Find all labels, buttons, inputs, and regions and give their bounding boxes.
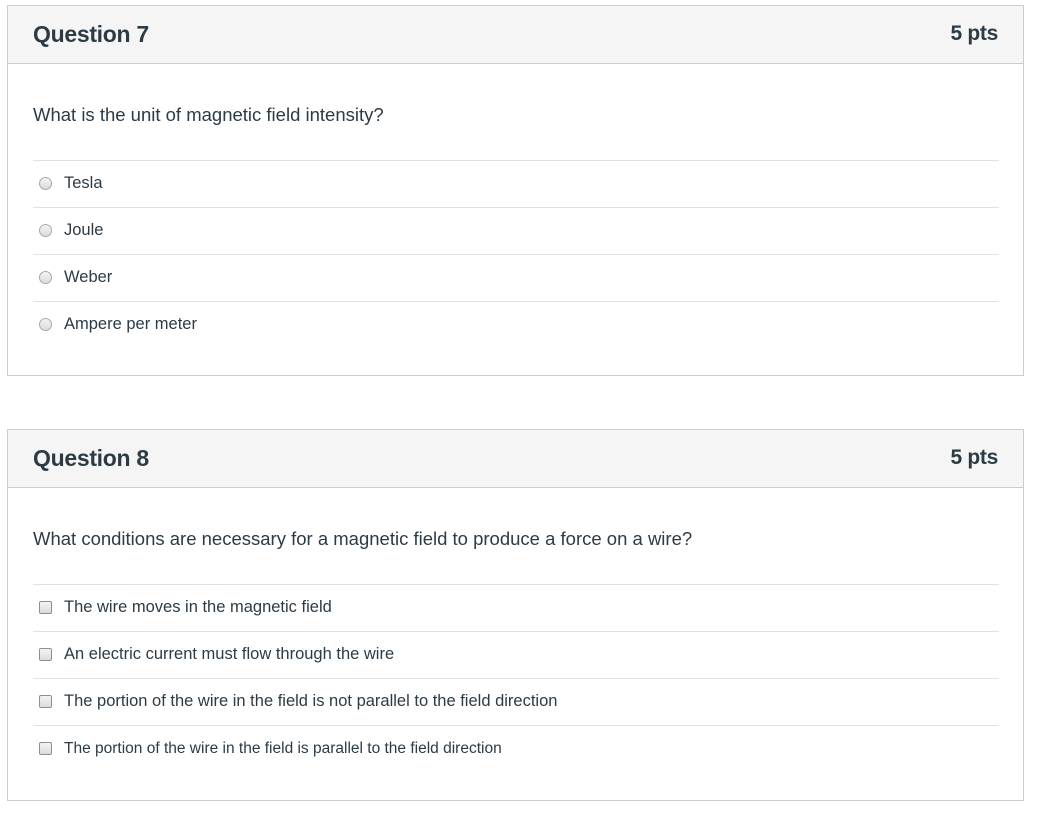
answer-label[interactable]: The portion of the wire in the field is … (64, 692, 557, 711)
question-header: Question 8 5 pts (8, 430, 1023, 488)
radio-button[interactable] (39, 318, 52, 331)
radio-button[interactable] (39, 224, 52, 237)
question-title: Question 8 (33, 445, 149, 471)
question-text: What conditions are necessary for a magn… (33, 528, 693, 549)
question-8-card: Question 8 5 pts What conditions are nec… (7, 429, 1024, 801)
answer-option-tesla[interactable]: Tesla (33, 160, 999, 207)
question-title: Question 7 (33, 21, 149, 47)
question-7-card: Question 7 5 pts What is the unit of mag… (7, 5, 1024, 376)
answer-option-current-flows[interactable]: An electric current must flow through th… (33, 631, 999, 678)
checkbox[interactable] (39, 648, 52, 661)
answer-option-weber[interactable]: Weber (33, 254, 999, 301)
answer-label[interactable]: Weber (64, 268, 112, 287)
answer-label[interactable]: Joule (64, 221, 103, 240)
answer-option-ampere-per-meter[interactable]: Ampere per meter (33, 301, 999, 348)
radio-button[interactable] (39, 271, 52, 284)
answer-option-wire-moves[interactable]: The wire moves in the magnetic field (33, 584, 999, 631)
question-text: What is the unit of magnetic field inten… (33, 104, 384, 125)
answer-list: Tesla Joule Weber Ampere per meter (33, 160, 999, 348)
answer-label[interactable]: Ampere per meter (64, 315, 197, 334)
checkbox[interactable] (39, 601, 52, 614)
answer-label[interactable]: The portion of the wire in the field is … (64, 740, 502, 758)
question-points: 5 pts (950, 446, 998, 469)
answer-option-parallel[interactable]: The portion of the wire in the field is … (33, 725, 999, 772)
checkbox[interactable] (39, 742, 52, 755)
checkbox[interactable] (39, 695, 52, 708)
answer-option-joule[interactable]: Joule (33, 207, 999, 254)
answer-list: The wire moves in the magnetic field An … (33, 584, 999, 772)
question-header: Question 7 5 pts (8, 6, 1023, 64)
radio-button[interactable] (39, 177, 52, 190)
answer-option-not-parallel[interactable]: The portion of the wire in the field is … (33, 678, 999, 725)
answer-label[interactable]: The wire moves in the magnetic field (64, 598, 332, 617)
answer-label[interactable]: Tesla (64, 174, 103, 193)
question-points: 5 pts (950, 22, 998, 45)
answer-label[interactable]: An electric current must flow through th… (64, 645, 394, 664)
